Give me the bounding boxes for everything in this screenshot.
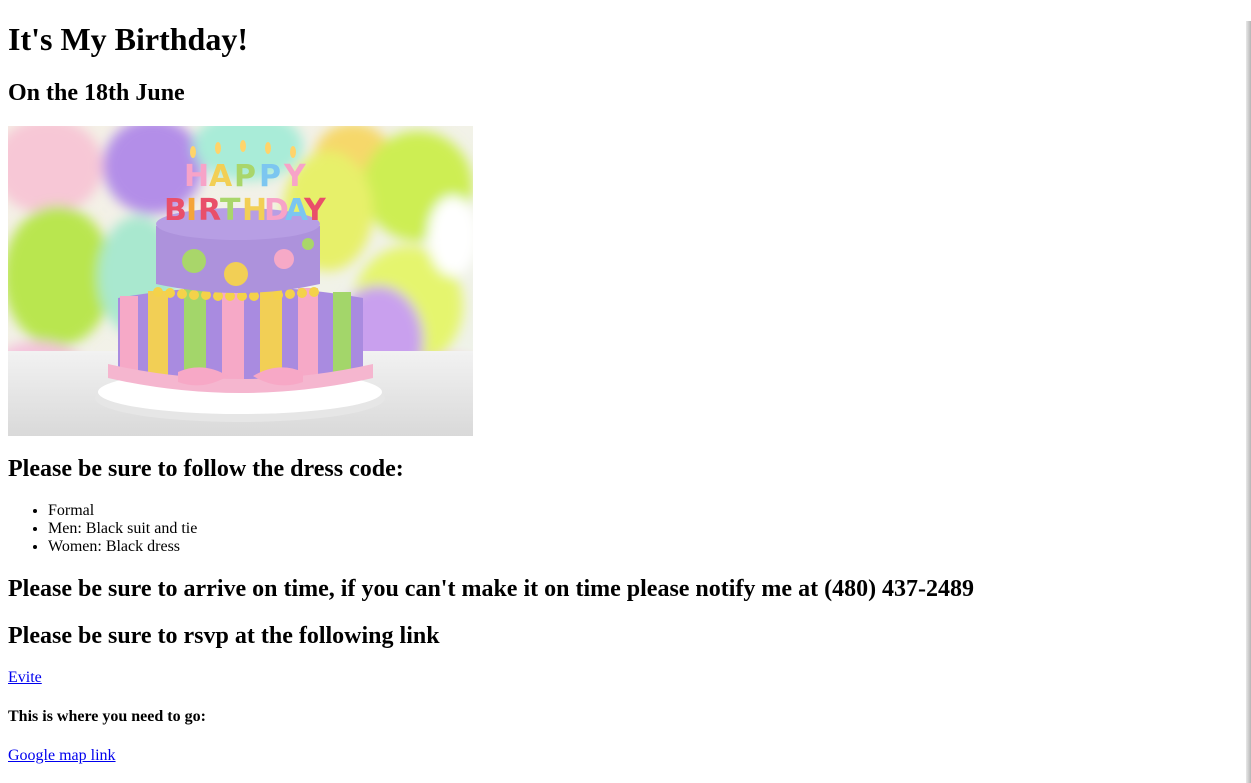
location-paragraph: Google map link [8, 747, 1243, 765]
svg-text:Y: Y [303, 193, 327, 228]
birthday-cake-image: H A P P Y B I R T H D A Y [8, 126, 473, 436]
list-item: Men: Black suit and tie [48, 520, 1243, 538]
evite-link[interactable]: Evite [8, 669, 42, 686]
svg-text:P: P [259, 159, 281, 194]
svg-text:A: A [209, 159, 233, 194]
event-date-heading: On the 18th June [8, 80, 185, 106]
page-content: It's My Birthday! On the 18th June H A P… [0, 21, 1251, 765]
svg-text:H: H [184, 159, 209, 194]
svg-text:Y: Y [283, 159, 307, 194]
svg-text:P: P [234, 159, 256, 194]
svg-text:R: R [198, 193, 221, 228]
dress-code-heading: Please be sure to follow the dress code: [8, 456, 404, 482]
list-item: Women: Black dress [48, 538, 1243, 556]
window-edge [1246, 21, 1251, 783]
svg-text:B: B [164, 193, 187, 228]
page-title: It's My Birthday! [8, 21, 248, 57]
list-item: Formal [48, 502, 1243, 520]
rsvp-heading: Please be sure to rsvp at the following … [8, 623, 440, 649]
rsvp-paragraph: Evite [8, 669, 1243, 687]
google-map-link[interactable]: Google map link [8, 747, 116, 764]
svg-text:T: T [220, 193, 241, 228]
location-heading: This is where you need to go: [8, 708, 206, 725]
svg-text:I: I [186, 193, 197, 228]
arrival-heading: Please be sure to arrive on time, if you… [8, 576, 975, 602]
dress-code-list: Formal Men: Black suit and tie Women: Bl… [8, 502, 1243, 556]
